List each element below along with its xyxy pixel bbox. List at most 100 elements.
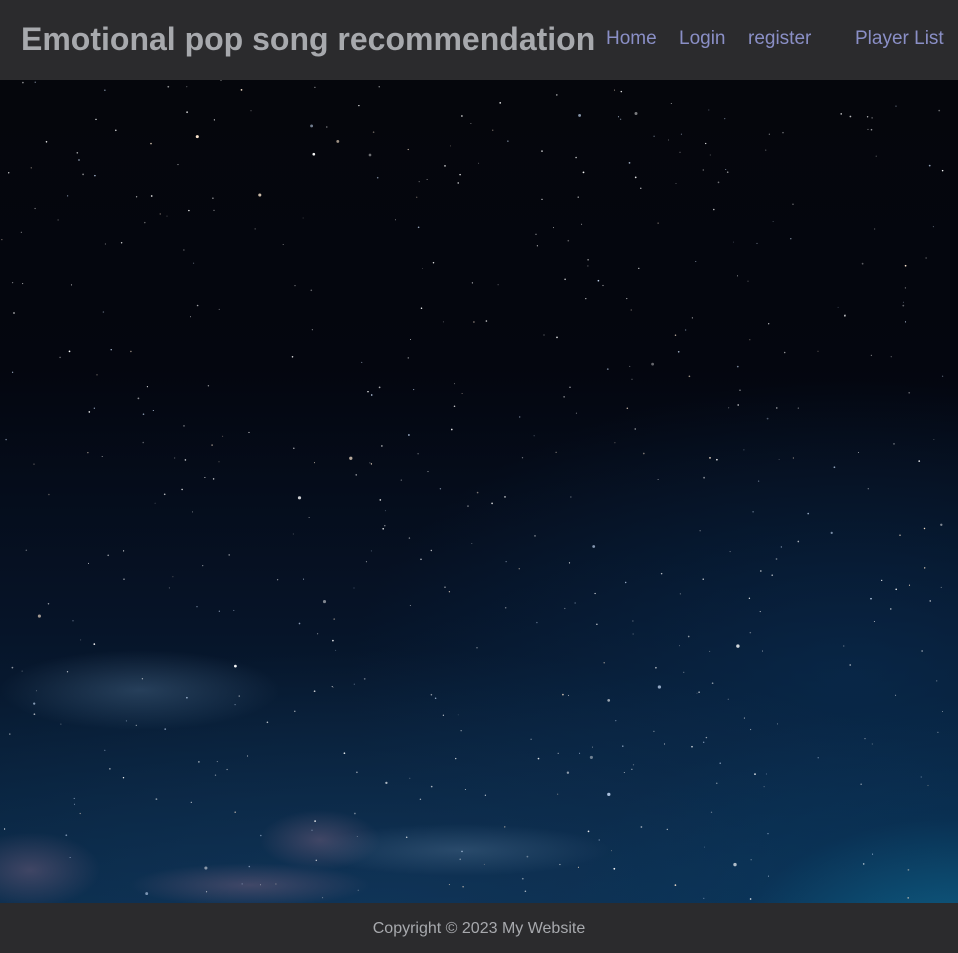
star [88, 411, 91, 413]
star [115, 129, 117, 132]
star [941, 711, 943, 712]
star [559, 863, 561, 866]
star [65, 834, 68, 837]
star [696, 692, 698, 694]
star [476, 491, 479, 494]
star [220, 80, 222, 81]
star [543, 334, 545, 336]
star [146, 386, 148, 388]
nav-login-link[interactable]: Login [679, 28, 726, 50]
star [172, 576, 174, 578]
star [218, 610, 220, 612]
star [541, 198, 543, 201]
star [420, 558, 422, 561]
star [294, 284, 296, 287]
star [240, 89, 243, 91]
star [617, 116, 620, 118]
star [125, 720, 127, 722]
star [790, 238, 792, 240]
star [674, 334, 677, 336]
star [183, 249, 185, 251]
star [783, 351, 786, 354]
star [732, 241, 734, 243]
star [234, 703, 236, 706]
star [709, 154, 711, 156]
star [748, 597, 751, 599]
star [430, 549, 432, 552]
nav-player-list-link[interactable]: Player List [855, 28, 944, 50]
star [703, 846, 705, 848]
site-title: Emotional pop song recommendation [21, 21, 596, 57]
star [93, 407, 95, 409]
star [37, 614, 41, 618]
star [45, 141, 48, 143]
star [807, 512, 810, 515]
star [21, 670, 23, 672]
star [737, 275, 738, 277]
star [190, 801, 192, 803]
star [266, 721, 269, 724]
star [778, 459, 780, 460]
star [928, 164, 931, 167]
star [749, 339, 751, 341]
star [688, 375, 691, 378]
star [47, 603, 50, 605]
star [135, 724, 137, 727]
star [471, 542, 473, 545]
star [20, 231, 22, 233]
star [895, 588, 897, 591]
star [524, 890, 527, 892]
star [361, 361, 363, 363]
star [448, 884, 450, 886]
star [904, 287, 906, 289]
star [461, 393, 463, 395]
star [724, 117, 726, 120]
star [204, 866, 208, 870]
star [460, 730, 462, 732]
star [864, 738, 866, 740]
star [625, 581, 627, 584]
star [314, 820, 316, 822]
star [177, 164, 179, 166]
star [634, 112, 638, 115]
star [202, 565, 204, 567]
star [353, 587, 355, 589]
star [867, 128, 869, 130]
star [152, 409, 154, 412]
star [607, 792, 611, 797]
star [817, 757, 819, 759]
star [141, 678, 144, 680]
star [687, 635, 690, 638]
star [771, 574, 774, 577]
star [293, 447, 295, 450]
star [407, 357, 410, 359]
nav-home-link[interactable]: Home [606, 28, 657, 50]
nav-register-link[interactable]: register [748, 28, 811, 50]
star [670, 102, 672, 105]
star [792, 457, 794, 459]
star [610, 850, 612, 852]
star [485, 320, 488, 322]
star [729, 551, 731, 553]
star [817, 350, 819, 352]
star [313, 690, 316, 693]
star [464, 788, 466, 791]
star [536, 245, 538, 247]
star [142, 413, 145, 416]
star [410, 339, 412, 340]
star [587, 265, 589, 267]
star [750, 859, 752, 861]
star [596, 623, 598, 625]
star [749, 631, 752, 634]
star [767, 833, 769, 835]
star [154, 502, 156, 504]
star [526, 855, 529, 858]
star [311, 829, 313, 831]
star [9, 733, 11, 735]
star [873, 620, 875, 623]
star [59, 356, 61, 359]
star [657, 222, 659, 224]
star [461, 115, 463, 117]
star [218, 461, 220, 463]
star [275, 883, 277, 885]
